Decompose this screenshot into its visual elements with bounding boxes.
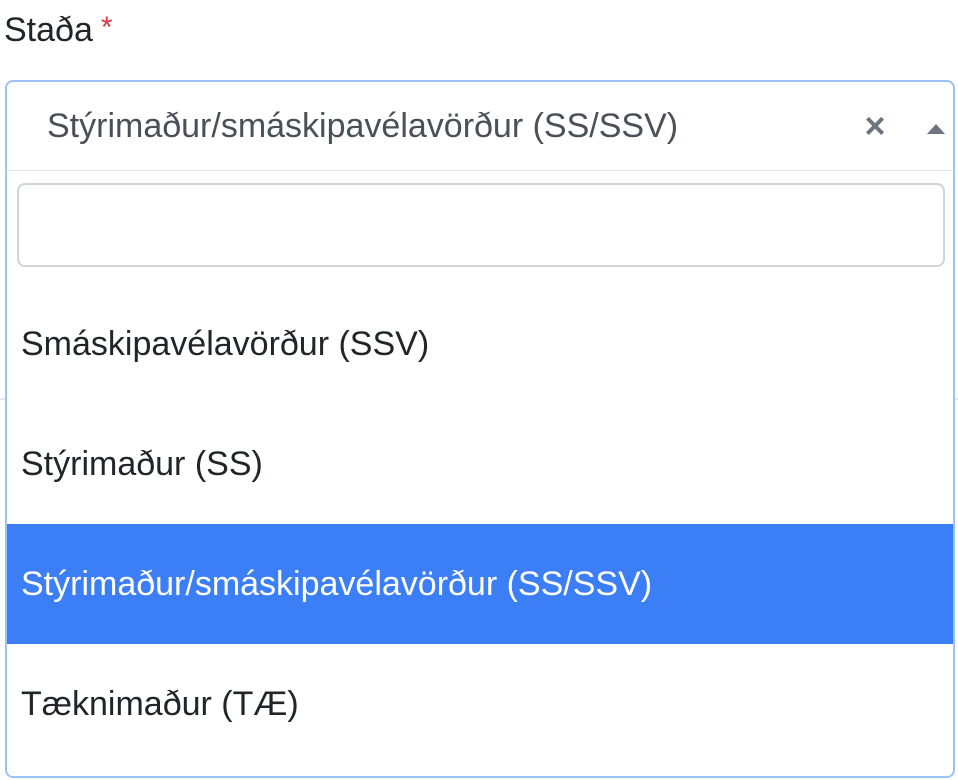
caret-up-icon[interactable] <box>919 112 951 142</box>
form-page: Staða * Stýrimaður/smáskipavélavörður (SS… <box>0 0 958 780</box>
option-item[interactable]: Tæknimaður (TÆ) <box>7 644 953 764</box>
option-item[interactable]: Smáskipavélavörður (SSV) <box>7 284 953 404</box>
required-marker: * <box>100 11 113 44</box>
selected-value: Stýrimaður/smáskipavélavörður (SS/SSV) <box>47 107 679 145</box>
option-item-highlighted[interactable]: Stýrimaður/smáskipavélavörður (SS/SSV) <box>7 524 953 644</box>
select-dropdown: Smáskipavélavörður (SSV) Stýrimaður (SS)… <box>5 170 955 778</box>
position-select[interactable]: Stýrimaður/smáskipavélavörður (SS/SSV) × <box>5 80 955 172</box>
field-label-text: Staða <box>4 11 93 49</box>
search-input[interactable] <box>17 183 945 267</box>
option-item[interactable]: Stýrimaður (SS) <box>7 404 953 524</box>
clear-icon[interactable]: × <box>857 106 893 146</box>
field-label: Staða * <box>4 8 113 54</box>
options-list: Smáskipavélavörður (SSV) Stýrimaður (SS)… <box>7 284 953 764</box>
